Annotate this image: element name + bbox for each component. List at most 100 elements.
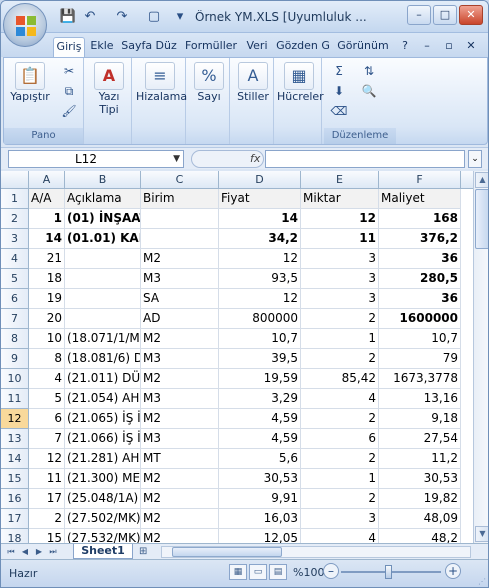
cell-a9[interactable]: 8 [29,349,65,369]
insert-sheet-icon[interactable]: ⊞ [139,545,155,558]
office-button[interactable] [3,3,47,47]
cell-f15[interactable]: 30,53 [379,469,461,489]
column-header-c[interactable]: C [141,171,219,189]
cell-f7[interactable]: 1600000 [379,309,461,329]
horizontal-scrollbar[interactable] [161,546,471,558]
normal-view-icon[interactable]: ▦ [229,564,247,580]
row-header[interactable]: 13 [1,429,29,449]
cell-e10[interactable]: 85,42 [301,369,379,389]
row-header[interactable]: 18 [1,529,29,543]
cell-f17[interactable]: 48,09 [379,509,461,529]
cell-d7[interactable]: 800000 [219,309,301,329]
cell-a10[interactable]: 4 [29,369,65,389]
paste-button[interactable]: 📋 Yapıştır [10,62,50,103]
format-painter-icon[interactable]: 🖌 [60,102,78,120]
customize-toolbar-icon[interactable]: ▾ [171,8,189,26]
chevron-down-icon[interactable]: ▼ [173,151,180,167]
cell-e13[interactable]: 6 [301,429,379,449]
cell-b16[interactable]: (25.048/1A) Y [65,489,141,509]
cell-d17[interactable]: 16,03 [219,509,301,529]
cell-f16[interactable]: 19,82 [379,489,461,509]
zoom-slider-thumb[interactable] [385,565,392,579]
cell-d4[interactable]: 12 [219,249,301,269]
cell-b6[interactable] [65,289,141,309]
cell-d9[interactable]: 39,5 [219,349,301,369]
cell-c2[interactable] [141,209,219,229]
row-header[interactable]: 17 [1,509,29,529]
cell-c16[interactable]: M2 [141,489,219,509]
cell-c18[interactable]: M2 [141,529,219,543]
row-header[interactable]: 3 [1,229,29,249]
cell-c10[interactable]: M2 [141,369,219,389]
name-box[interactable]: L12 ▼ [8,150,184,168]
cell-e9[interactable]: 2 [301,349,379,369]
autosum-icon[interactable]: Σ [330,62,348,80]
cell-d14[interactable]: 5,6 [219,449,301,469]
cell-c7[interactable]: AD [141,309,219,329]
cell-f1[interactable]: Maliyet [379,189,461,209]
cell-a8[interactable]: 10 [29,329,65,349]
row-header[interactable]: 8 [1,329,29,349]
cell-a1[interactable]: A/A [29,189,65,209]
cell-f3[interactable]: 376,2 [379,229,461,249]
cut-icon[interactable]: ✂ [60,62,78,80]
vertical-scroll-thumb[interactable] [475,189,488,249]
cell-d18[interactable]: 12,05 [219,529,301,543]
last-sheet-icon[interactable]: ⏭ [47,545,59,558]
tab-gozden-gecir[interactable]: Gözden G [273,37,333,57]
cell-f5[interactable]: 280,5 [379,269,461,289]
cell-c1[interactable]: Birim [141,189,219,209]
cell-a15[interactable]: 11 [29,469,65,489]
page-layout-view-icon[interactable]: ▭ [249,564,267,580]
cell-a3[interactable]: 14 [29,229,65,249]
cell-d5[interactable]: 93,5 [219,269,301,289]
help-icon[interactable]: ? [397,37,413,57]
cell-b2[interactable]: (01) İNŞAAT [65,209,141,229]
cell-a17[interactable]: 2 [29,509,65,529]
cell-e5[interactable]: 3 [301,269,379,289]
column-header-d[interactable]: D [219,171,301,189]
cell-c5[interactable]: M3 [141,269,219,289]
cell-e14[interactable]: 2 [301,449,379,469]
next-sheet-icon[interactable]: ▶ [33,545,45,558]
cell-d8[interactable]: 10,7 [219,329,301,349]
resize-grip-icon[interactable]: ⋰ [478,577,488,587]
zoom-in-icon[interactable]: + [445,563,461,579]
cell-c14[interactable]: MT [141,449,219,469]
column-header-f[interactable]: F [379,171,461,189]
scroll-down-icon[interactable]: ▼ [475,526,488,542]
cell-e18[interactable]: 4 [301,529,379,543]
number-button[interactable]: % Sayı [193,62,225,103]
column-header-b[interactable]: B [65,171,141,189]
formula-input[interactable] [265,150,465,168]
column-header-e[interactable]: E [301,171,379,189]
row-header[interactable]: 2 [1,209,29,229]
tab-giris[interactable]: Giriş [53,37,85,57]
cell-d3[interactable]: 34,2 [219,229,301,249]
find-icon[interactable]: 🔍 [360,82,378,100]
row-header[interactable]: 4 [1,249,29,269]
row-header[interactable]: 12 [1,409,29,429]
save-icon[interactable]: 💾 [59,8,77,26]
cell-f10[interactable]: 1673,3778 [379,369,461,389]
row-header[interactable]: 5 [1,269,29,289]
new-document-icon[interactable]: ▢ [145,8,163,26]
row-header[interactable]: 9 [1,349,29,369]
row-header[interactable]: 7 [1,309,29,329]
copy-icon[interactable]: ⧉ [60,82,78,100]
cell-c9[interactable]: M3 [141,349,219,369]
cell-b9[interactable]: (18.081/6) DÜ [65,349,141,369]
row-header[interactable]: 15 [1,469,29,489]
row-header[interactable]: 16 [1,489,29,509]
cell-f9[interactable]: 79 [379,349,461,369]
cell-e6[interactable]: 3 [301,289,379,309]
sheet-tab-sheet1[interactable]: Sheet1 [73,544,133,559]
clear-icon[interactable]: ⌫ [330,102,348,120]
cell-e17[interactable]: 3 [301,509,379,529]
row-header[interactable]: 1 [1,189,29,209]
row-header[interactable]: 6 [1,289,29,309]
cell-a13[interactable]: 7 [29,429,65,449]
cell-b12[interactable]: (21.065) İŞ İS [65,409,141,429]
cell-f11[interactable]: 13,16 [379,389,461,409]
cell-f6[interactable]: 36 [379,289,461,309]
